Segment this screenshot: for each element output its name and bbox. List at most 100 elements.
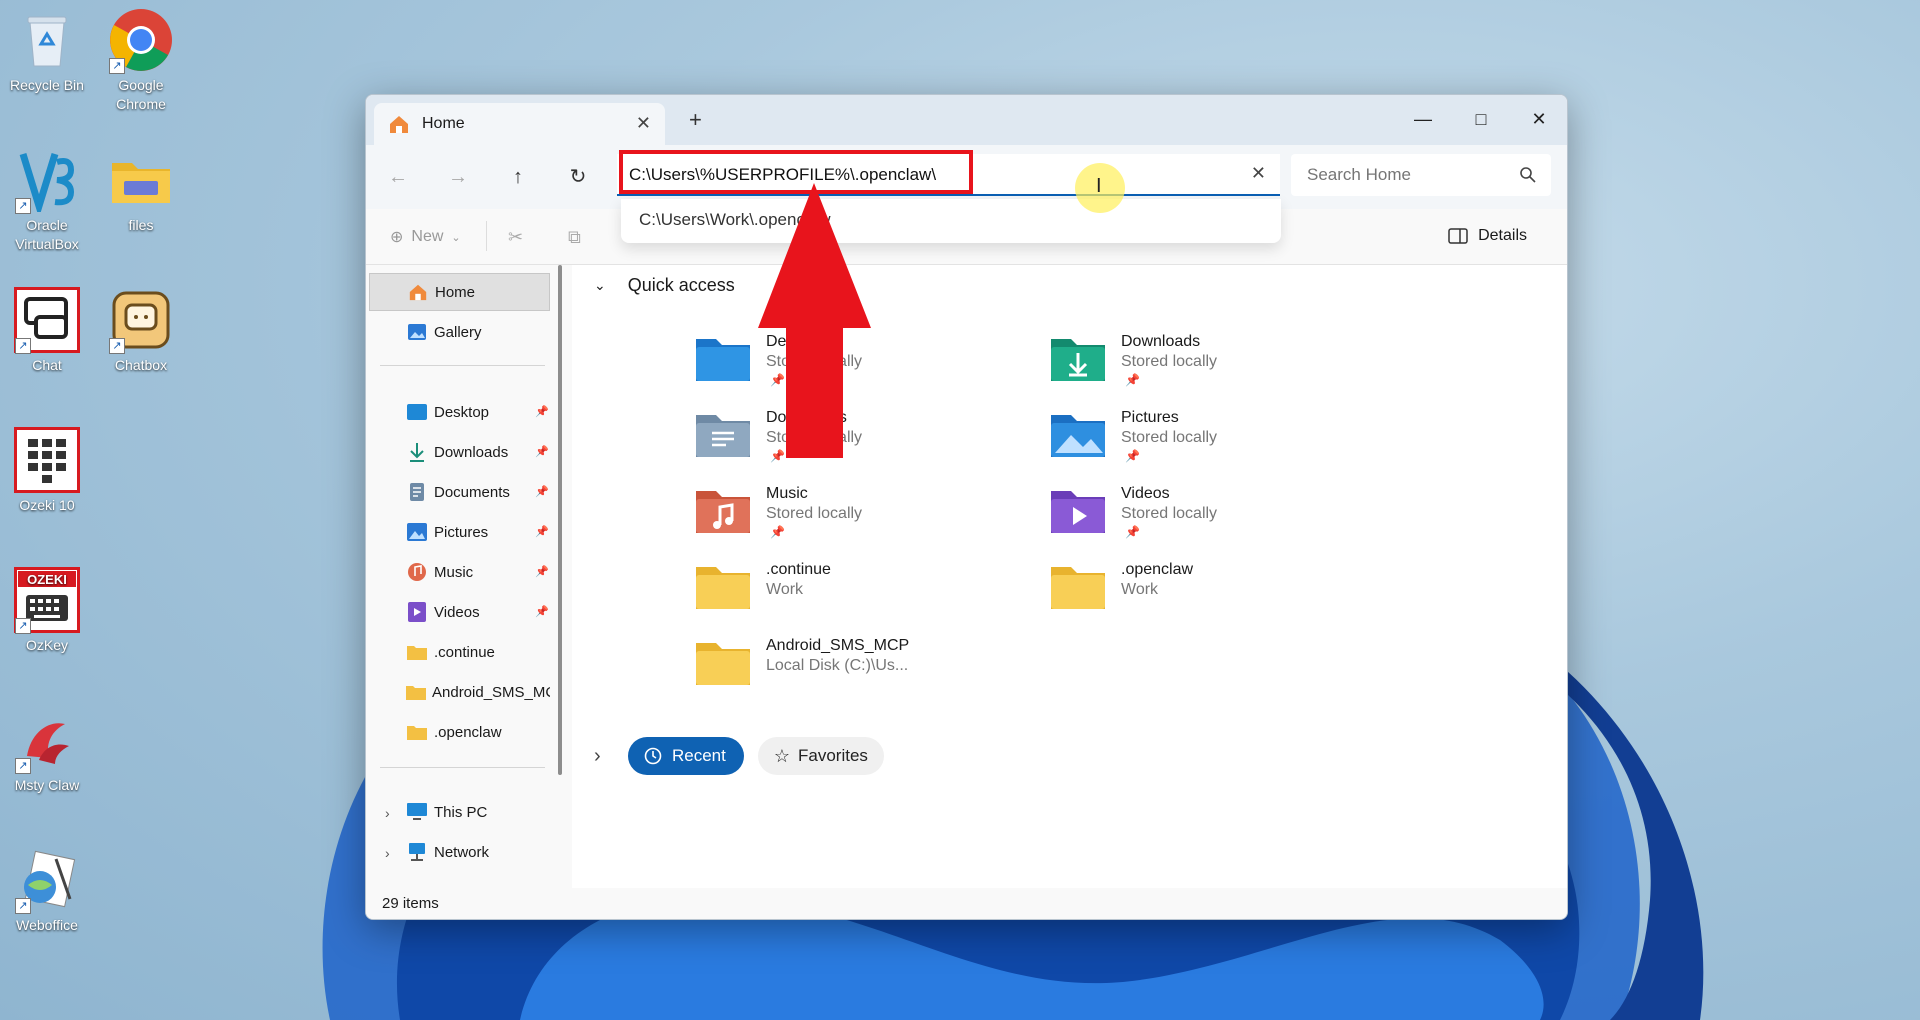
plus-circle-icon: ⊕ [390, 229, 404, 246]
sidebar-item-label: .openclaw [434, 723, 502, 741]
sidebar-item-openclaw[interactable]: .openclaw [369, 713, 550, 751]
details-label: Details [1478, 227, 1527, 244]
sidebar-item-label: Desktop [434, 403, 490, 421]
sidebar-item-android-sms-mcp[interactable]: Android_SMS_MC [369, 673, 550, 711]
downloads-folder-icon [1051, 339, 1105, 381]
desktop-icon-msty-claw[interactable]: ↗ Msty Claw [0, 706, 95, 795]
quick-access-item-android-sms-mcp[interactable]: Android_SMS_MCP Local Disk (C:)\Us... [694, 637, 1034, 707]
sidebar-item-label: Gallery [434, 323, 482, 341]
new-button[interactable]: ⊕ New ⌄ [390, 227, 461, 247]
sidebar-item-network[interactable]: › Network [369, 833, 550, 871]
msty-claw-icon: ↗ [13, 706, 81, 774]
desktop-icon-weboffice[interactable]: ↗ Weboffice [0, 846, 95, 935]
quick-access-item-pictures[interactable]: Pictures Stored locally 📌 [1049, 409, 1389, 479]
desktop-icon-label: Chatbox [114, 357, 168, 373]
main-content: ⌄ Quick access Desktop Stored locally 📌 … [572, 265, 1567, 888]
sidebar-item-continue[interactable]: .continue [369, 633, 550, 671]
red-arrow-annotation [758, 183, 871, 458]
sidebar-item-this-pc[interactable]: › This PC [369, 793, 550, 831]
pin-icon: 📌 [1125, 449, 1140, 463]
favorites-button[interactable]: ☆ Favorites [757, 737, 884, 775]
tab-label: Home [422, 115, 465, 132]
quick-access-item-downloads[interactable]: Downloads Stored locally 📌 [1049, 333, 1389, 403]
sidebar-item-downloads[interactable]: Downloads 📌 [369, 433, 550, 471]
details-button[interactable]: Details [1448, 227, 1527, 245]
sidebar-item-desktop[interactable]: Desktop 📌 [369, 393, 550, 431]
recent-label: Recent [672, 746, 726, 765]
folder-icon [406, 681, 426, 703]
minimize-button[interactable]: — [1394, 101, 1452, 137]
item-name: Android_SMS_MCP [766, 637, 910, 654]
chrome-icon: ↗ [107, 6, 175, 74]
pictures-folder-icon [1051, 415, 1105, 457]
desktop-icon-label: Ozeki 10 [19, 497, 75, 513]
desktop-icon-label: Oracle VirtualBox [15, 217, 79, 252]
file-explorer-window: Home ✕ + — □ ✕ ← → ↑ ↻ ✕ ⊕ New ⌄ ✂ ⧉ Det… [365, 94, 1568, 920]
desktop-icon-ozkey[interactable]: OZEKI ↗ OzKey [0, 566, 95, 655]
sidebar-item-pictures[interactable]: Pictures 📌 [369, 513, 550, 551]
item-sub: Stored locally [1121, 505, 1218, 522]
sidebar-scrollbar[interactable] [558, 265, 562, 775]
desktop-icon-files[interactable]: files [93, 146, 189, 235]
desktop-icon-chat[interactable]: ↗ Chat [0, 286, 95, 375]
desktop-icon-ozeki[interactable]: Ozeki 10 [0, 426, 95, 515]
item-sub: Work [1121, 581, 1159, 598]
ozkey-icon: OZEKI ↗ [13, 566, 81, 634]
sidebar-item-gallery[interactable]: Gallery [369, 313, 550, 351]
tab-home[interactable]: Home ✕ [374, 103, 665, 145]
desktop-icon-recycle-bin[interactable]: Recycle Bin [0, 6, 95, 95]
shortcut-arrow-icon: ↗ [15, 618, 31, 634]
sidebar-item-home[interactable]: Home [369, 273, 550, 311]
item-sub: Work [766, 581, 804, 598]
chevron-right-icon[interactable]: › [385, 845, 390, 861]
recent-button[interactable]: Recent [628, 737, 744, 775]
sidebar-item-label: Network [434, 843, 490, 861]
desktop-icon-label: Weboffice [16, 917, 78, 933]
sidebar-item-label: Videos [434, 603, 480, 621]
close-tab-icon[interactable]: ✕ [636, 113, 651, 134]
refresh-button[interactable]: ↻ [562, 161, 594, 193]
search-input[interactable] [1305, 164, 1509, 186]
sidebar-item-music[interactable]: Music 📌 [369, 553, 550, 591]
sidebar-item-label: Android_SMS_MC [432, 683, 550, 701]
up-button[interactable]: ↑ [502, 161, 534, 193]
desktop-icon-chrome[interactable]: ↗ Google Chrome [93, 6, 189, 114]
pictures-icon [406, 521, 428, 543]
pin-icon: 📌 [770, 525, 785, 539]
clear-address-icon[interactable]: ✕ [1251, 163, 1266, 184]
chevron-right-icon[interactable]: › [594, 745, 614, 768]
chevron-right-icon[interactable]: › [385, 805, 390, 821]
folder-icon [1051, 567, 1105, 609]
shortcut-arrow-icon: ↗ [109, 338, 125, 354]
forward-button[interactable]: → [442, 161, 474, 193]
documents-folder-icon [696, 415, 750, 457]
copy-icon[interactable]: ⧉ [568, 227, 588, 247]
desktop-icon-virtualbox[interactable]: ↗ Oracle VirtualBox [0, 146, 95, 254]
new-label: New [411, 228, 444, 245]
address-suggestion-item[interactable]: C:\Users\Work\.openclaw [621, 199, 1281, 243]
quick-access-item-videos[interactable]: Videos Stored locally 📌 [1049, 485, 1389, 555]
shortcut-arrow-icon: ↗ [15, 338, 31, 354]
cut-icon[interactable]: ✂ [508, 227, 528, 247]
pin-icon: 📌 [535, 486, 549, 498]
new-tab-button[interactable]: + [689, 107, 702, 133]
documents-icon [406, 481, 428, 503]
chatbox-icon: ↗ [107, 286, 175, 354]
desktop-icon-chatbox[interactable]: ↗ Chatbox [93, 286, 189, 375]
maximize-button[interactable]: □ [1452, 101, 1510, 137]
divider [486, 221, 487, 251]
quick-access-item-music[interactable]: Music Stored locally 📌 [694, 485, 1034, 555]
search-box[interactable] [1291, 154, 1551, 196]
close-window-button[interactable]: ✕ [1510, 101, 1567, 137]
folder-icon [406, 721, 428, 743]
sidebar-item-label: Pictures [434, 523, 489, 541]
quick-access-item-continue[interactable]: .continue Work [694, 561, 1034, 631]
item-name: Videos [1121, 485, 1170, 502]
sidebar-item-videos[interactable]: Videos 📌 [369, 593, 550, 631]
sidebar-item-label: Home [435, 283, 476, 301]
back-button[interactable]: ← [382, 161, 414, 193]
sidebar-item-documents[interactable]: Documents 📌 [369, 473, 550, 511]
quick-access-header[interactable]: ⌄ Quick access [594, 275, 735, 296]
quick-access-item-openclaw[interactable]: .openclaw Work [1049, 561, 1389, 631]
desktop-icon-label: Msty Claw [14, 777, 80, 793]
